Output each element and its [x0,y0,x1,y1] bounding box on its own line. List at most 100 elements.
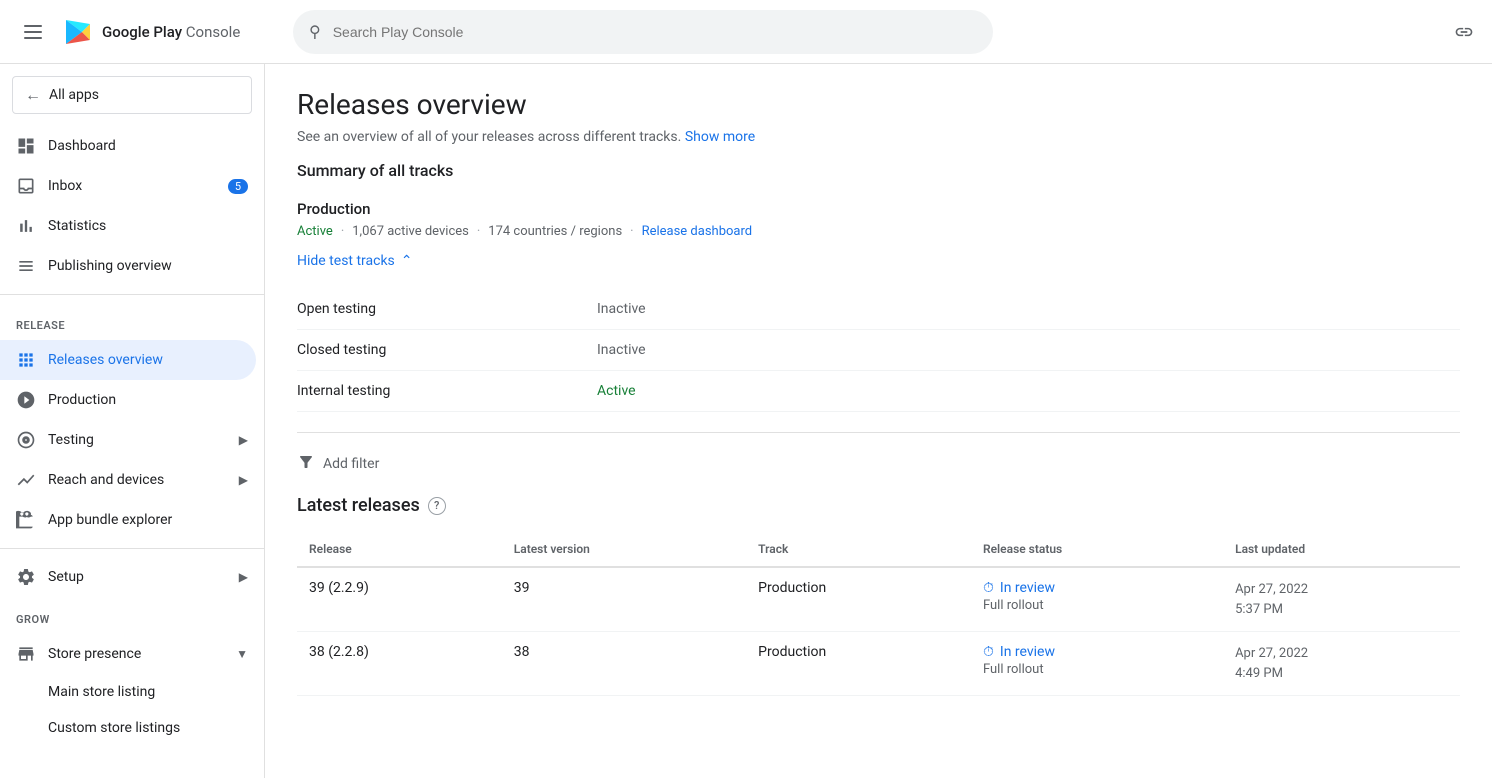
hide-test-tracks-label: Hide test tracks [297,253,395,269]
setup-icon [16,567,36,587]
production-title: Production [297,200,1460,218]
add-filter-label: Add filter [323,456,379,472]
page-title: Releases overview [297,88,1460,121]
track-name: Internal testing [297,383,597,399]
info-icon[interactable]: ? [428,497,446,515]
track-row-closed-testing: Closed testing Inactive [297,330,1460,371]
layout: ← All apps Dashboard Inbox 5 Statistics [0,64,1492,778]
last-updated: Apr 27, 2022 5:37 PM [1223,567,1460,632]
back-arrow-icon: ← [25,85,41,105]
track-status: Inactive [597,301,646,317]
summary-section-title: Summary of all tracks [297,161,1460,188]
topbar-right [1452,20,1476,44]
search-bar[interactable]: ⚲ [293,10,993,54]
brand: Google Play Console [62,16,240,48]
sidebar: ← All apps Dashboard Inbox 5 Statistics [0,64,265,778]
track: Production [746,632,971,696]
sidebar-item-production[interactable]: Production [0,380,264,420]
link-icon[interactable] [1452,20,1476,44]
table-body: 39 (2.2.9) 39 Production ⏱ In review Ful… [297,567,1460,696]
sidebar-item-setup[interactable]: Setup ▶ [0,557,264,597]
sidebar-item-testing[interactable]: Testing ▶ [0,420,264,460]
hide-test-tracks-button[interactable]: Hide test tracks ⌃ [297,253,1460,269]
sidebar-item-label: Custom store listings [48,720,180,736]
grow-section-label: Grow [0,597,264,634]
release-name: 39 (2.2.9) [297,567,502,632]
filter-bar[interactable]: Add filter [297,453,1460,475]
last-updated: Apr 27, 2022 4:49 PM [1223,632,1460,696]
sidebar-item-label: App bundle explorer [48,512,172,528]
last-updated-date: Apr 27, 2022 [1235,644,1448,664]
chevron-up-icon: ⌃ [401,253,413,269]
latest-version: 39 [502,567,746,632]
track-name: Open testing [297,301,597,317]
dot-separator: · [630,224,633,239]
inbox-icon [16,176,36,196]
release-status-cell: ⏱ In review Full rollout [983,580,1211,613]
production-meta: Active · 1,067 active devices · 174 coun… [297,224,1460,239]
sidebar-item-label: Setup [48,569,84,585]
sidebar-item-label: Statistics [48,218,106,234]
sidebar-item-label: Releases overview [48,352,163,368]
in-review-label: In review [1000,580,1055,596]
latest-version: 38 [502,632,746,696]
sidebar-item-custom-store-listings[interactable]: Custom store listings [0,710,264,746]
in-review-label: In review [1000,644,1055,660]
sidebar-item-app-bundle-explorer[interactable]: App bundle explorer [0,500,264,540]
show-more-link[interactable]: Show more [685,129,755,145]
sidebar-item-label: Testing [48,432,94,448]
regions: 174 countries / regions [488,224,622,239]
releases-table: Release Latest version Track Release sta… [297,532,1460,696]
clock-icon: ⏱ [983,580,994,596]
last-updated-cell: Apr 27, 2022 5:37 PM [1235,580,1448,619]
bundle-icon [16,510,36,530]
expand-icon: ▶ [239,570,248,584]
last-updated-time: 4:49 PM [1235,664,1448,684]
track-status: Active [597,383,636,399]
sidebar-item-publishing-overview[interactable]: Publishing overview [0,246,264,286]
track-row-internal-testing: Internal testing Active [297,371,1460,412]
store-icon [16,644,36,664]
sidebar-item-dashboard[interactable]: Dashboard [0,126,264,166]
last-updated-date: Apr 27, 2022 [1235,580,1448,600]
sidebar-item-label: Reach and devices [48,472,164,488]
search-icon: ⚲ [309,22,321,41]
sidebar-divider [0,294,264,295]
sidebar-item-releases-overview[interactable]: Releases overview [0,340,256,380]
brand-logo-icon [62,16,94,48]
sidebar-item-label: Main store listing [48,684,155,700]
status-line: ⏱ In review [983,580,1211,596]
release-status-cell: ⏱ In review Full rollout [983,644,1211,677]
release-dashboard-link[interactable]: Release dashboard [642,224,753,239]
sidebar-item-inbox[interactable]: Inbox 5 [0,166,264,206]
sidebar-item-label: Production [48,392,116,408]
testing-icon [16,430,36,450]
col-release: Release [297,532,502,567]
col-latest-version: Latest version [502,532,746,567]
last-updated-time: 5:37 PM [1235,600,1448,620]
reach-icon [16,470,36,490]
latest-releases-title: Latest releases ? [297,495,1460,516]
topbar: Google Play Console ⚲ [0,0,1492,64]
menu-button[interactable] [16,17,50,47]
col-release-status: Release status [971,532,1223,567]
last-updated-cell: Apr 27, 2022 4:49 PM [1235,644,1448,683]
dot-separator: · [341,224,344,239]
expand-icon: ▶ [239,473,248,487]
sidebar-item-store-presence[interactable]: Store presence ▼ [0,634,264,674]
sidebar-item-statistics[interactable]: Statistics [0,206,264,246]
release-name: 38 (2.2.8) [297,632,502,696]
sidebar-item-reach-and-devices[interactable]: Reach and devices ▶ [0,460,264,500]
release-section-label: Release [0,303,264,340]
inbox-badge: 5 [228,179,248,194]
all-apps-button[interactable]: ← All apps [12,76,252,114]
release-status: ⏱ In review Full rollout [971,632,1223,696]
sidebar-item-main-store-listing[interactable]: Main store listing [0,674,264,710]
search-input[interactable] [333,24,977,40]
filter-icon [297,453,315,475]
dashboard-icon [16,136,36,156]
production-icon [16,390,36,410]
statistics-icon [16,216,36,236]
sidebar-item-label: Dashboard [48,138,116,154]
release-status: ⏱ In review Full rollout [971,567,1223,632]
